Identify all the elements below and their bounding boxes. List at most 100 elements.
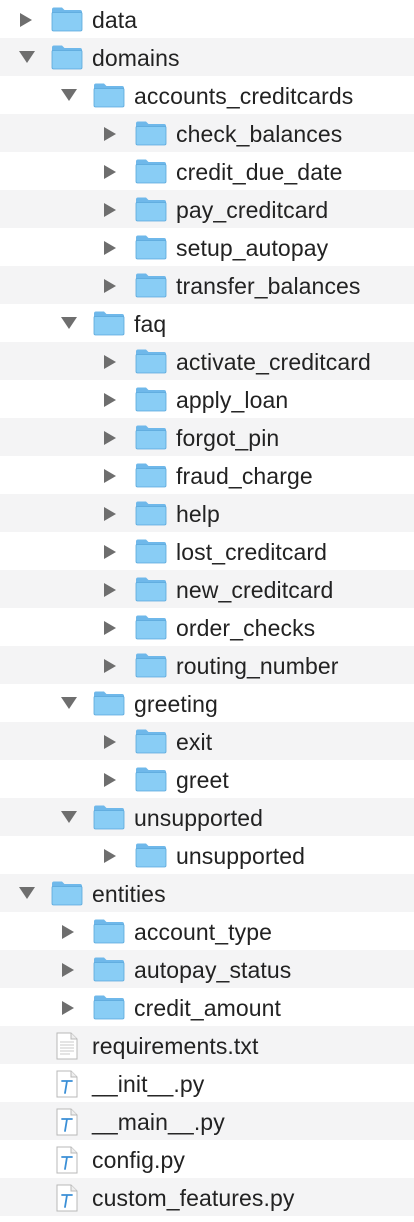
tree-row-order-checks[interactable]: order_checks <box>0 608 414 646</box>
disclosure-triangle-right-icon[interactable] <box>102 164 118 179</box>
disclosure-triangle-right-icon[interactable] <box>102 430 118 445</box>
tree-row-domains[interactable]: domains <box>0 38 414 76</box>
folder-icon <box>135 614 167 640</box>
tree-row-activate-creditcard[interactable]: activate_creditcard <box>0 342 414 380</box>
tree-item-label: check_balances <box>176 121 343 147</box>
tree-row-accounts-creditcards[interactable]: accounts_creditcards <box>0 76 414 114</box>
python-file-icon <box>51 1184 83 1212</box>
tree-item-label: apply_loan <box>176 387 289 413</box>
folder-icon <box>135 842 167 868</box>
tree-item-label: __main__.py <box>92 1109 225 1135</box>
tree-row-autopay-status[interactable]: autopay_status <box>0 950 414 988</box>
folder-icon <box>135 120 167 146</box>
tree-row-routing-number[interactable]: routing_number <box>0 646 414 684</box>
tree-item-label: exit <box>176 729 213 755</box>
folder-icon <box>51 6 83 32</box>
tree-row-exit[interactable]: exit <box>0 722 414 760</box>
tree-row-data[interactable]: data <box>0 0 414 38</box>
disclosure-triangle-right-icon[interactable] <box>102 620 118 635</box>
tree-row-faq[interactable]: faq <box>0 304 414 342</box>
tree-item-label: setup_autopay <box>176 235 329 261</box>
disclosure-triangle-right-icon[interactable] <box>102 544 118 559</box>
folder-icon <box>135 234 167 260</box>
folder-icon <box>135 728 167 754</box>
tree-row-greet[interactable]: greet <box>0 760 414 798</box>
folder-icon <box>135 424 167 450</box>
tree-item-label: data <box>92 7 138 33</box>
tree-row-main-py[interactable]: __main__.py <box>0 1102 414 1140</box>
disclosure-triangle-right-icon[interactable] <box>102 240 118 255</box>
folder-icon <box>135 158 167 184</box>
tree-row-custom-features-py[interactable]: custom_features.py <box>0 1178 414 1216</box>
disclosure-triangle-right-icon[interactable] <box>102 734 118 749</box>
tree-row-pay-creditcard[interactable]: pay_creditcard <box>0 190 414 228</box>
tree-item-label: custom_features.py <box>92 1185 295 1211</box>
tree-row-setup-autopay[interactable]: setup_autopay <box>0 228 414 266</box>
tree-row-help[interactable]: help <box>0 494 414 532</box>
disclosure-triangle-right-icon[interactable] <box>102 848 118 863</box>
tree-item-label: new_creditcard <box>176 577 334 603</box>
folder-icon <box>135 500 167 526</box>
disclosure-triangle-right-icon[interactable] <box>102 506 118 521</box>
disclosure-triangle-right-icon[interactable] <box>102 468 118 483</box>
folder-icon <box>135 576 167 602</box>
folder-icon <box>135 766 167 792</box>
tree-item-label: fraud_charge <box>176 463 313 489</box>
tree-row-config-py[interactable]: config.py <box>0 1140 414 1178</box>
disclosure-triangle-down-icon[interactable] <box>60 810 77 824</box>
tree-item-label: autopay_status <box>134 957 292 983</box>
tree-row-apply-loan[interactable]: apply_loan <box>0 380 414 418</box>
tree-item-label: transfer_balances <box>176 273 361 299</box>
folder-icon <box>135 462 167 488</box>
disclosure-triangle-down-icon[interactable] <box>60 696 77 710</box>
tree-row-greeting[interactable]: greeting <box>0 684 414 722</box>
tree-row-unsupported[interactable]: unsupported <box>0 798 414 836</box>
tree-row-transfer-balances[interactable]: transfer_balances <box>0 266 414 304</box>
tree-row-credit-amount[interactable]: credit_amount <box>0 988 414 1026</box>
disclosure-triangle-right-icon[interactable] <box>60 962 76 977</box>
tree-item-label: forgot_pin <box>176 425 280 451</box>
folder-icon <box>93 918 125 944</box>
disclosure-triangle-right-icon[interactable] <box>102 772 118 787</box>
tree-row-unsupported[interactable]: unsupported <box>0 836 414 874</box>
tree-item-label: faq <box>134 311 167 337</box>
tree-item-label: greeting <box>134 691 218 717</box>
tree-item-label: account_type <box>134 919 273 945</box>
disclosure-triangle-right-icon[interactable] <box>102 658 118 673</box>
tree-row-account-type[interactable]: account_type <box>0 912 414 950</box>
disclosure-triangle-down-icon[interactable] <box>60 88 77 102</box>
folder-icon <box>135 386 167 412</box>
tree-item-label: credit_due_date <box>176 159 343 185</box>
tree-row-new-creditcard[interactable]: new_creditcard <box>0 570 414 608</box>
disclosure-triangle-right-icon[interactable] <box>102 392 118 407</box>
folder-icon <box>51 44 83 70</box>
tree-row-fraud-charge[interactable]: fraud_charge <box>0 456 414 494</box>
tree-item-label: unsupported <box>176 843 305 869</box>
tree-row-check-balances[interactable]: check_balances <box>0 114 414 152</box>
tree-row-forgot-pin[interactable]: forgot_pin <box>0 418 414 456</box>
disclosure-triangle-right-icon[interactable] <box>60 924 76 939</box>
tree-item-label: domains <box>92 45 180 71</box>
disclosure-triangle-right-icon[interactable] <box>102 354 118 369</box>
disclosure-triangle-right-icon[interactable] <box>102 202 118 217</box>
disclosure-triangle-right-icon[interactable] <box>102 582 118 597</box>
tree-row-credit-due-date[interactable]: credit_due_date <box>0 152 414 190</box>
tree-row-init-py[interactable]: __init__.py <box>0 1064 414 1102</box>
disclosure-triangle-down-icon[interactable] <box>18 50 35 64</box>
folder-icon <box>135 196 167 222</box>
disclosure-triangle-right-icon[interactable] <box>102 278 118 293</box>
disclosure-triangle-right-icon[interactable] <box>60 1000 76 1015</box>
folder-icon <box>93 82 125 108</box>
tree-row-entities[interactable]: entities <box>0 874 414 912</box>
folder-icon <box>135 348 167 374</box>
disclosure-triangle-right-icon[interactable] <box>18 12 34 27</box>
disclosure-triangle-down-icon[interactable] <box>18 886 35 900</box>
tree-row-requirements-txt[interactable]: requirements.txt <box>0 1026 414 1064</box>
file-tree: data domains accounts_creditcards check_bal… <box>0 0 414 1216</box>
tree-row-lost-creditcard[interactable]: lost_creditcard <box>0 532 414 570</box>
tree-item-label: order_checks <box>176 615 316 641</box>
python-file-icon <box>51 1108 83 1136</box>
disclosure-triangle-right-icon[interactable] <box>102 126 118 141</box>
tree-item-label: help <box>176 501 220 527</box>
disclosure-triangle-down-icon[interactable] <box>60 316 77 330</box>
